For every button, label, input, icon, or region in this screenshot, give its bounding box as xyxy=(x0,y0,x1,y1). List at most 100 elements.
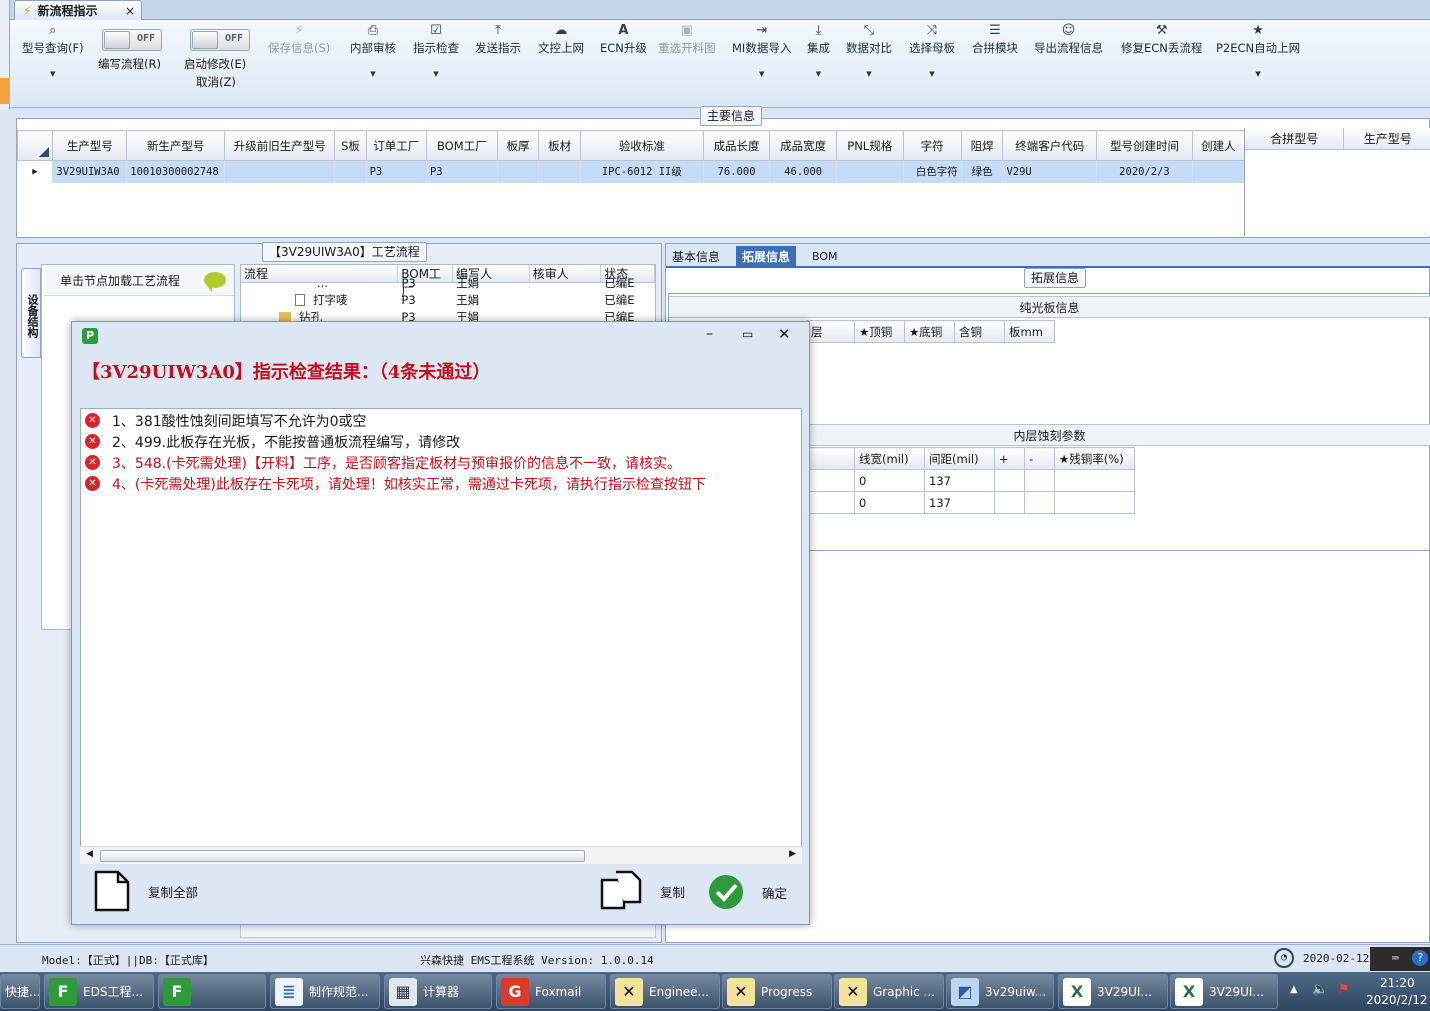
taskbar-item[interactable]: ✕ Progress xyxy=(722,974,832,1009)
tab-extended-info[interactable]: 拓展信息 xyxy=(736,246,797,268)
internal-review-button[interactable]: ⎙ 内部审核 ▼ xyxy=(350,22,396,78)
column-header[interactable]: 字符 xyxy=(902,130,962,161)
list-item[interactable]: ✕ 3、548.(卡死需处理)【开料】工序，是否顾客指定板材与预审报价的信息不一… xyxy=(81,452,801,473)
compare-button[interactable]: ⤡ 数据对比 ▼ xyxy=(846,22,892,78)
column-header[interactable]: 订单工厂 xyxy=(365,130,427,161)
taskbar-item[interactable]: ◩ 3v29uiw... xyxy=(946,974,1054,1009)
network-flag-icon[interactable]: ⚑ xyxy=(1338,982,1350,997)
chevron-down-icon[interactable]: ▼ xyxy=(1216,70,1300,78)
column-header[interactable]: ★顶铜 xyxy=(854,320,905,343)
taskbar-item[interactable]: G Foxmail xyxy=(496,974,606,1009)
column-header[interactable]: 阻焊 xyxy=(960,130,1004,161)
column-header[interactable]: BOM工厂 xyxy=(425,130,498,161)
load-process-button[interactable]: 单击节点加载工艺流程 xyxy=(44,266,234,296)
column-header[interactable]: 新生产型号 xyxy=(126,130,226,161)
taskbar-item[interactable]: X 3V29UI... xyxy=(1058,974,1168,1009)
column-header[interactable]: 层 xyxy=(806,320,855,343)
tab-basic-info[interactable]: 基本信息 xyxy=(666,246,726,268)
taskbar-item[interactable]: ≣ 制作规范... xyxy=(270,974,380,1009)
chevron-down-icon[interactable]: ▼ xyxy=(350,70,396,78)
column-header[interactable]: 验收标准 xyxy=(579,130,704,161)
taskbar-item[interactable]: F EDS工程... xyxy=(44,974,154,1009)
table-row[interactable]: 0 137 xyxy=(806,491,1135,514)
scrollbar-thumb[interactable] xyxy=(100,850,585,862)
tray-chevron-icon[interactable]: ▲ xyxy=(1290,984,1298,995)
p2ecn-button[interactable]: ★ P2ECN自动上网 ▼ xyxy=(1216,22,1300,78)
column-header[interactable]: S板 xyxy=(334,130,367,161)
column-header[interactable]: 生产型号 xyxy=(52,130,128,161)
save-button[interactable]: ⚡ 保存信息(S) xyxy=(268,22,330,56)
row-selector-header[interactable] xyxy=(16,130,54,161)
scroll-left-icon[interactable]: ◀ xyxy=(86,849,93,859)
modify-toggle[interactable]: OFF xyxy=(190,29,250,51)
volume-icon[interactable]: 🔈 xyxy=(1312,982,1328,997)
chevron-down-icon[interactable]: ▼ xyxy=(846,70,892,78)
column-header[interactable]: 成品宽度 xyxy=(769,130,837,161)
horizontal-scrollbar[interactable]: ◀ ▶ xyxy=(80,846,802,864)
chevron-down-icon[interactable]: ▼ xyxy=(807,70,830,78)
maximize-icon[interactable]: ▭ xyxy=(742,327,753,341)
column-header[interactable]: 线宽(mil) xyxy=(854,447,925,470)
list-item[interactable]: ✕ 1、381酸性蚀刻间距填写不允许为0或空 xyxy=(81,410,801,431)
model-query-button[interactable]: ⌕ 型号查询(F) ▼ xyxy=(22,22,84,78)
chevron-down-icon[interactable]: ▼ xyxy=(909,70,955,78)
send-button[interactable]: ⤒ 发送指示 xyxy=(475,22,521,56)
column-header[interactable]: PNL规格 xyxy=(835,130,904,161)
chevron-down-icon[interactable]: ▼ xyxy=(732,70,791,78)
chevron-down-icon[interactable]: ▼ xyxy=(22,70,84,78)
reselect-cut-image-button[interactable]: ▣ 重选开料图 xyxy=(658,22,716,56)
dialog-titlebar[interactable]: P – ▭ ✕ xyxy=(72,322,809,352)
fix-ecn-button[interactable]: ⚒ 修复ECN丢流程 xyxy=(1121,22,1202,56)
clock-time[interactable]: 21:20 xyxy=(1380,976,1415,990)
cancel-button[interactable]: 取消(Z) xyxy=(196,74,236,90)
column-header[interactable]: 成品长度 xyxy=(702,130,771,161)
list-item[interactable]: ✕ 2、499.此板存在光板，不能按普通板流程编写，请修改 xyxy=(81,431,801,452)
minimize-icon[interactable]: – xyxy=(706,326,713,342)
column-header[interactable]: 生产型号 xyxy=(1344,128,1430,149)
write-flow-toggle[interactable]: OFF xyxy=(102,29,162,51)
integrate-button[interactable]: ⤓ 集成 ▼ xyxy=(807,22,830,78)
keyboard-icon[interactable]: ⌨ xyxy=(1392,952,1399,965)
taskbar-item[interactable]: 快捷... xyxy=(0,974,40,1009)
select-mother-board-button[interactable]: ⤨ 选择母板 ▼ xyxy=(909,22,955,78)
check-button[interactable]: ☑ 指示检查 ▼ xyxy=(413,22,459,78)
chevron-down-icon[interactable]: ▼ xyxy=(413,70,459,78)
column-header[interactable]: 创建人 xyxy=(1191,130,1246,161)
column-header[interactable]: 板材 xyxy=(538,130,581,161)
taskbar-item[interactable]: ✕ Graphic ... xyxy=(834,974,944,1009)
column-header[interactable]: 合拼型号 xyxy=(1245,128,1345,149)
table-row[interactable]: 0 137 xyxy=(806,469,1135,492)
tab-bom[interactable]: BOM xyxy=(806,246,844,268)
column-header[interactable]: 终端客户代码 xyxy=(1002,130,1098,161)
help-icon[interactable]: ? xyxy=(1412,950,1428,966)
ecn-upgrade-button[interactable]: A ECN升级 xyxy=(600,22,647,56)
column-header[interactable]: 升级前旧生产型号 xyxy=(224,130,336,161)
close-icon[interactable]: × xyxy=(125,4,135,18)
taskbar-item[interactable]: X 3V29UI... xyxy=(1170,974,1278,1009)
close-icon[interactable]: ✕ xyxy=(778,325,791,343)
ok-button[interactable]: 确定 xyxy=(708,874,787,910)
column-header[interactable]: ★残铜率(%) xyxy=(1054,447,1135,470)
table-row[interactable]: ▶ 3V29UIW3A0 10010300002748 P3 P3 IPC-60… xyxy=(17,160,1246,183)
panel-module-button[interactable]: ☰ 合拼模块 xyxy=(972,22,1018,56)
document-tab[interactable]: ⚡ 新流程指示 × xyxy=(14,0,142,20)
vertical-tab-equipment[interactable]: 设备结构 xyxy=(21,268,41,358)
copy-all-button[interactable]: 复制全部 xyxy=(94,870,198,912)
column-header[interactable]: 板mm xyxy=(1004,320,1055,343)
column-header[interactable]: 板厚 xyxy=(496,130,540,161)
export-flow-button[interactable]: ☺ 导出流程信息 xyxy=(1034,22,1103,56)
column-header[interactable]: 间距(mil) xyxy=(924,447,995,470)
list-item[interactable]: 打字唛 P3 王娟 已编E xyxy=(241,292,655,309)
scroll-right-icon[interactable]: ▶ xyxy=(789,849,796,859)
taskbar-item[interactable]: ▦ 计算器 xyxy=(384,974,492,1009)
doc-upload-button[interactable]: ☁ 文控上网 xyxy=(538,22,584,56)
clock-date[interactable]: 2020/2/12 xyxy=(1366,993,1428,1007)
column-header[interactable]: - xyxy=(1024,447,1055,470)
column-header[interactable]: ★底铜 xyxy=(904,320,955,343)
mi-import-button[interactable]: ⇥ MI数据导入 ▼ xyxy=(732,22,791,78)
column-header[interactable]: 型号创建时间 xyxy=(1096,130,1193,161)
column-header[interactable]: 含铜 xyxy=(954,320,1005,343)
taskbar-item[interactable]: F xyxy=(158,974,266,1009)
list-item[interactable]: ... P3 王娟 已编E xyxy=(241,275,655,292)
copy-button[interactable]: 复制 xyxy=(600,870,685,912)
